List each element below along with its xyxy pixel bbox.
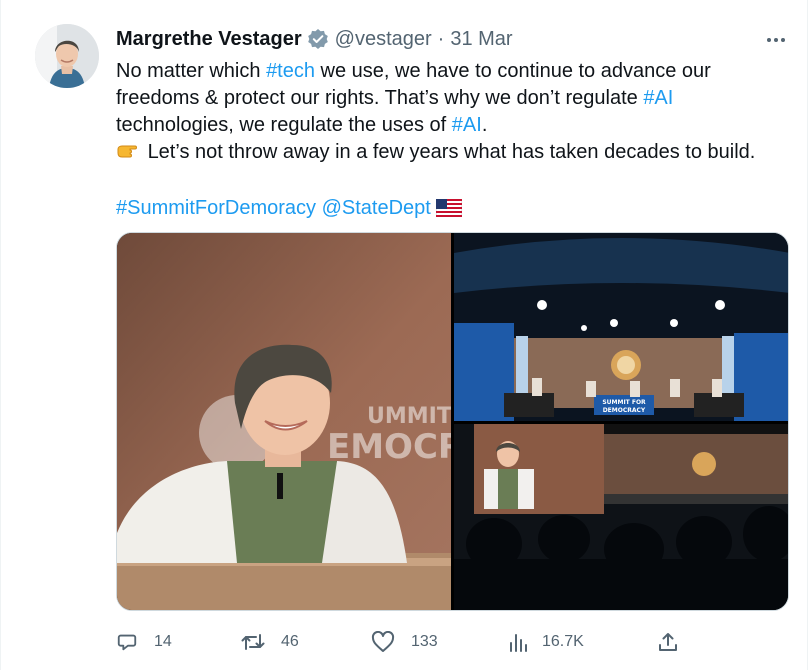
svg-text:SUMMIT FOR: SUMMIT FOR [602,399,646,406]
tweet-card[interactable]: Margrethe Vestager @vestager · 31 Mar No… [0,0,808,670]
retweet-count: 46 [281,633,299,650]
retweet-icon [241,634,265,650]
analytics-icon [510,634,527,652]
author-name[interactable]: Margrethe Vestager [116,28,302,51]
author-handle[interactable]: @vestager [335,28,432,51]
reply-icon [117,634,137,651]
photo-panel-audience[interactable] [454,424,788,610]
tweet-date[interactable]: 31 Mar [450,28,512,51]
hashtag-summit[interactable]: #SummitForDemoracy [116,197,316,219]
reply-button[interactable]: 14 [116,628,172,656]
like-button[interactable]: 133 [371,628,438,656]
us-flag-icon [435,198,463,225]
text-line-1: No matter which #tech we use, we have to… [116,60,711,82]
avatar[interactable] [35,24,99,88]
reply-count: 14 [154,633,172,650]
svg-text:EMOCRA: EMOCRA [327,427,451,467]
tweet-text: No matter which #tech we use, we have to… [116,58,796,225]
views-count: 16.7K [542,633,584,650]
svg-text:DEMOCRACY: DEMOCRACY [603,407,646,414]
text-line-4: Let’s not throw away in a few years what… [116,139,796,169]
verified-badge-icon [307,28,329,50]
photo-panel-stage[interactable]: SUMMIT FOR DEMOCRACY [454,233,788,421]
mention-statedept[interactable]: @StateDept [322,197,431,219]
views-button[interactable]: 16.7K [508,628,584,656]
hashtag-tech[interactable]: #tech [266,60,315,82]
hashtag-ai[interactable]: #AI [643,87,673,109]
hashtag-ai-2[interactable]: #AI [452,114,482,136]
text-line-5: #SummitForDemoracy @StateDept [116,195,796,225]
like-count: 133 [411,633,438,650]
share-button[interactable] [657,628,695,656]
more-options-icon[interactable] [761,30,791,50]
retweet-button[interactable]: 46 [241,628,299,656]
text-line-3: technologies, we regulate the uses of #A… [116,114,488,136]
pointing-hand-icon [116,141,142,169]
photo-vestager-smiling[interactable]: UMMIT FOR EMOCRA [117,233,451,610]
heart-icon [371,631,395,652]
svg-text:UMMIT FOR: UMMIT FOR [367,404,451,429]
text-line-2: freedoms & protect our rights. That’s wh… [116,87,674,109]
media-grid: UMMIT FOR EMOCRA [116,232,789,611]
header-separator: · [437,27,445,50]
share-icon [659,633,677,651]
action-bar: 14 46 133 16.7K [116,628,716,656]
tweet-header: Margrethe Vestager @vestager · 31 Mar [116,26,513,52]
